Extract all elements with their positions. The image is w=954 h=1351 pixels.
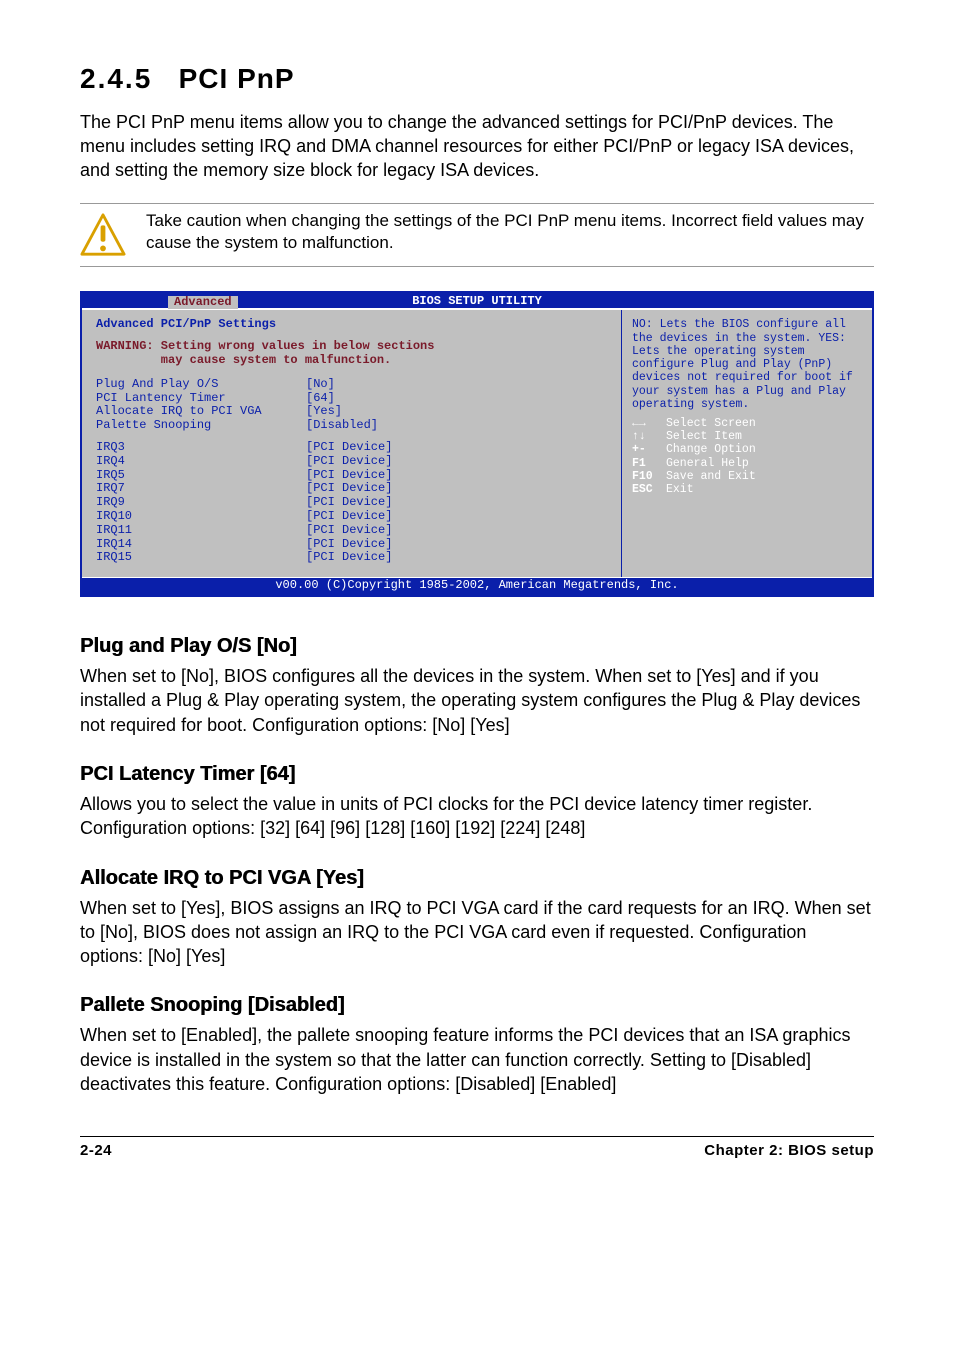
caution-box: Take caution when changing the settings … <box>80 203 874 267</box>
subbody-palette: When set to [Enabled], the pallete snoop… <box>80 1023 874 1096</box>
bios-screenshot: BIOS SETUP UTILITY Advanced Advanced PCI… <box>80 291 874 597</box>
section-intro: The PCI PnP menu items allow you to chan… <box>80 110 874 183</box>
subbody-latency: Allows you to select the value in units … <box>80 792 874 841</box>
bios-setting-row[interactable]: PCI Lantency Timer[64] <box>96 392 611 406</box>
bios-irq-row[interactable]: IRQ5[PCI Device] <box>96 469 611 483</box>
caution-text: Take caution when changing the settings … <box>146 210 874 254</box>
subhead-latency: PCI Latency Timer [64] <box>80 761 874 788</box>
section-heading: 2.4.5 PCI PnP <box>80 60 874 98</box>
subhead-palette: Pallete Snooping [Disabled] <box>80 992 874 1019</box>
bios-key-hint: ←→Select Screen <box>632 417 862 430</box>
bios-key-hint: ↑↓Select Item <box>632 430 862 443</box>
bios-irq-row[interactable]: IRQ9[PCI Device] <box>96 496 611 510</box>
bios-left-header: Advanced PCI/PnP Settings <box>96 318 611 332</box>
bios-key-hint: F10Save and Exit <box>632 470 862 483</box>
bios-warning: WARNING: Setting wrong values in below s… <box>96 340 611 368</box>
bios-key-hint: +-Change Option <box>632 443 862 456</box>
section-title: PCI PnP <box>179 63 295 94</box>
page-number: 2-24 <box>80 1141 112 1161</box>
bios-irq-row[interactable]: IRQ15[PCI Device] <box>96 551 611 565</box>
page-footer: 2-24 Chapter 2: BIOS setup <box>80 1136 874 1161</box>
bios-irq-row[interactable]: IRQ7[PCI Device] <box>96 482 611 496</box>
bios-footer: v00.00 (C)Copyright 1985-2002, American … <box>82 577 872 595</box>
bios-irq-row[interactable]: IRQ14[PCI Device] <box>96 538 611 552</box>
subbody-irq: When set to [Yes], BIOS assigns an IRQ t… <box>80 896 874 969</box>
bios-irq-row[interactable]: IRQ4[PCI Device] <box>96 455 611 469</box>
bios-irq-row[interactable]: IRQ10[PCI Device] <box>96 510 611 524</box>
bios-irq-row[interactable]: IRQ11[PCI Device] <box>96 524 611 538</box>
subhead-pnp: Plug and Play O/S [No] <box>80 633 874 660</box>
subbody-pnp: When set to [No], BIOS configures all th… <box>80 664 874 737</box>
bios-title-bar: BIOS SETUP UTILITY Advanced <box>82 293 872 310</box>
bios-key-hint: ESCExit <box>632 483 862 496</box>
bios-title: BIOS SETUP UTILITY <box>412 294 542 308</box>
chapter-label: Chapter 2: BIOS setup <box>704 1141 874 1161</box>
bios-help-text: NO: Lets the BIOS configure all the devi… <box>632 318 862 411</box>
bios-setting-row[interactable]: Plug And Play O/S[No] <box>96 378 611 392</box>
bios-setting-row[interactable]: Palette Snooping[Disabled] <box>96 419 611 433</box>
bios-setting-row[interactable]: Allocate IRQ to PCI VGA[Yes] <box>96 405 611 419</box>
bios-right-pane: NO: Lets the BIOS configure all the devi… <box>622 310 872 577</box>
bios-irq-row[interactable]: IRQ3[PCI Device] <box>96 441 611 455</box>
bios-tab-advanced[interactable]: Advanced <box>168 296 238 310</box>
caution-icon <box>80 212 126 258</box>
section-number: 2.4.5 <box>80 63 152 94</box>
bios-key-hint: F1General Help <box>632 457 862 470</box>
subhead-irq: Allocate IRQ to PCI VGA [Yes] <box>80 865 874 892</box>
bios-left-pane: Advanced PCI/PnP Settings WARNING: Setti… <box>82 310 622 577</box>
